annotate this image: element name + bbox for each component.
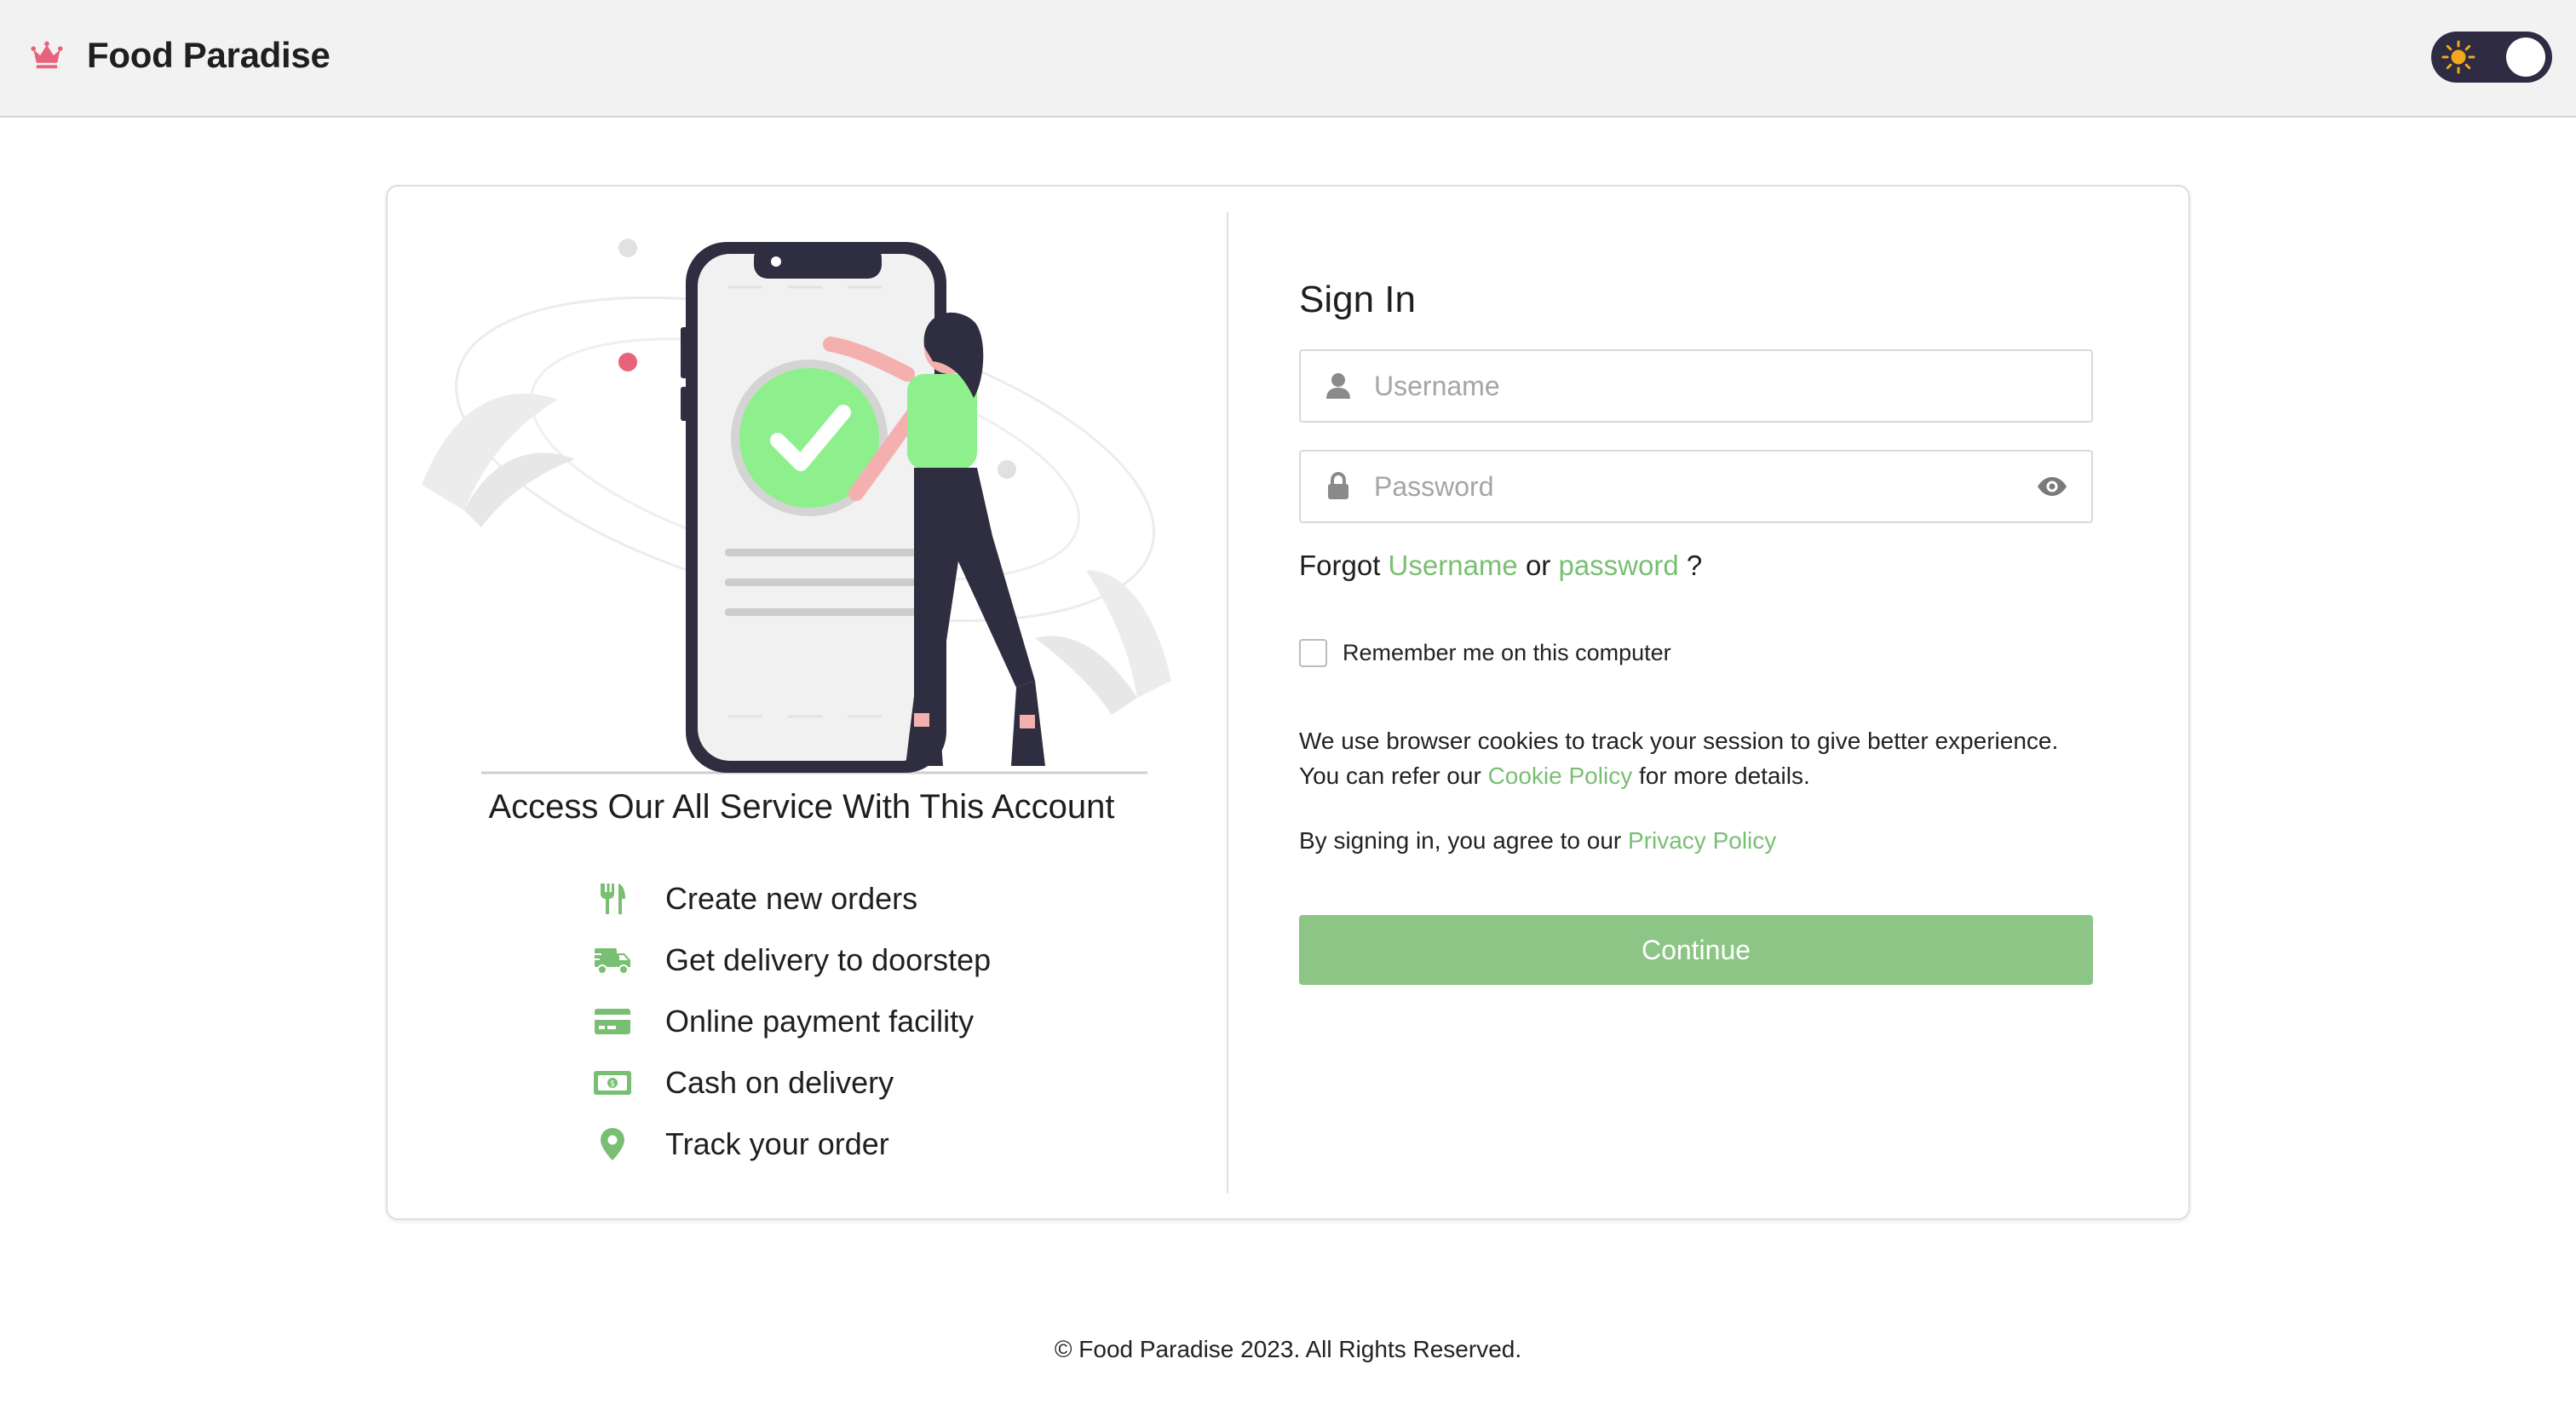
svg-text:$: $ (610, 1079, 615, 1089)
cookie-policy-link[interactable]: Cookie Policy (1488, 763, 1633, 789)
user-icon (1323, 371, 1354, 401)
lock-icon (1323, 471, 1354, 502)
agree-prefix: By signing in, you agree to our (1299, 827, 1622, 854)
theme-toggle[interactable] (2431, 32, 2552, 83)
login-card: Access Our All Service With This Account… (386, 185, 2190, 1220)
feature-label: Track your order (665, 1126, 889, 1161)
utensils-icon (592, 882, 633, 916)
forgot-suffix: ? (1686, 550, 1703, 581)
feature-item: Online payment facility (592, 991, 1120, 1052)
signin-title: Sign In (1299, 279, 1416, 320)
cookie-line-2-prefix: You can refer our (1299, 763, 1481, 789)
brand-name: Food Paradise (87, 35, 331, 75)
toggle-knob (2506, 37, 2545, 77)
privacy-agreement: By signing in, you agree to our Privacy … (1299, 827, 1776, 855)
signin-illustration (422, 239, 1171, 774)
forgot-credentials: Forgot Username or password ? (1299, 550, 1702, 582)
username-field[interactable] (1299, 349, 2093, 423)
delivery-truck-icon (592, 943, 633, 977)
feature-label: Create new orders (665, 881, 918, 916)
cookie-notice: We use browser cookies to track your ses… (1299, 723, 2100, 793)
feature-item: Track your order (592, 1114, 1120, 1175)
brand[interactable]: Food Paradise (29, 29, 331, 82)
credit-card-icon (592, 1004, 633, 1039)
crown-icon (31, 41, 63, 69)
privacy-policy-link[interactable]: Privacy Policy (1628, 827, 1776, 854)
forgot-or: or (1525, 550, 1551, 581)
show-password-icon[interactable] (2035, 474, 2069, 499)
forgot-password-link[interactable]: password (1558, 550, 1678, 581)
feature-label: Cash on delivery (665, 1065, 894, 1100)
top-navbar: Food Paradise (0, 0, 2576, 118)
cookie-line-2: You can refer our Cookie Policy for more… (1299, 758, 2100, 793)
footer-copyright: © Food Paradise 2023. All Rights Reserve… (1054, 1336, 1522, 1362)
services-title: Access Our All Service With This Account (488, 788, 1115, 826)
sun-icon (2441, 40, 2475, 74)
remember-me[interactable]: Remember me on this computer (1299, 639, 1671, 667)
forgot-username-link[interactable]: Username (1389, 550, 1518, 581)
forgot-prefix: Forgot (1299, 550, 1381, 581)
cash-icon: $ (592, 1066, 633, 1100)
panel-divider (1227, 212, 1228, 1194)
remember-me-label: Remember me on this computer (1343, 640, 1671, 665)
location-pin-icon (592, 1127, 633, 1161)
feature-item: Get delivery to doorstep (592, 930, 1120, 991)
username-input[interactable] (1374, 360, 2091, 412)
password-input[interactable] (1374, 461, 2035, 512)
feature-item: Create new orders (592, 868, 1120, 930)
feature-item: $ Cash on delivery (592, 1052, 1120, 1114)
feature-label: Get delivery to doorstep (665, 942, 992, 977)
feature-label: Online payment facility (665, 1004, 975, 1039)
cookie-line-2-suffix: for more details. (1638, 763, 1810, 789)
cookie-line-1: We use browser cookies to track your ses… (1299, 728, 2059, 754)
password-field[interactable] (1299, 450, 2093, 523)
remember-me-checkbox[interactable] (1299, 639, 1327, 667)
feature-list: Create new orders Get delivery to doorst… (592, 868, 1120, 1175)
continue-button[interactable]: Continue (1299, 915, 2093, 985)
